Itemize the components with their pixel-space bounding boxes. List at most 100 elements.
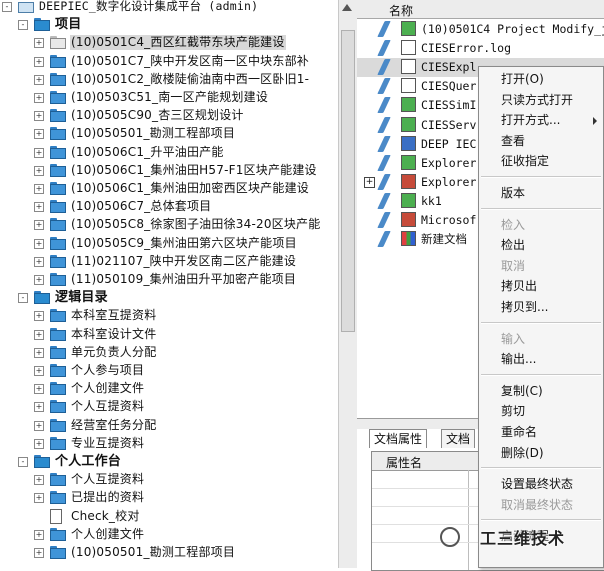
tree-project-item[interactable]: + (11)050109_集州油田升平加密产能项目 <box>0 271 338 289</box>
expand-icon[interactable]: + <box>34 165 44 176</box>
edit-pen-icon <box>377 78 391 95</box>
grid-divider <box>468 470 469 570</box>
context-menu-item[interactable]: 检出 <box>479 235 603 255</box>
expand-icon[interactable]: + <box>34 129 44 140</box>
tree-logic-item[interactable]: + 经营室任务分配 <box>0 417 338 435</box>
context-menu-item[interactable]: 征收指定 <box>479 151 603 171</box>
context-menu-label: 输出... <box>501 352 537 367</box>
attribute-name-column[interactable]: 属性名 <box>386 454 422 471</box>
context-menu-item[interactable]: 拷贝出 <box>479 276 603 296</box>
tree-project-item[interactable]: + (10)050501_勘测工程部项目 <box>0 125 338 143</box>
context-menu-item[interactable]: 剪切 <box>479 401 603 421</box>
tree-logic-node[interactable]: - 逻辑目录 <box>0 289 338 307</box>
tree-root[interactable]: - DEEPIEC_数字化设计集成平台 (admin) <box>0 0 338 16</box>
collapse-icon[interactable]: - <box>2 2 12 12</box>
expand-icon[interactable]: + <box>34 111 44 122</box>
expand-icon[interactable]: + <box>34 366 44 376</box>
tree-logic-item[interactable]: + 个人创建文件 <box>0 380 338 398</box>
context-menu-item[interactable]: 输出... <box>479 349 603 369</box>
file-name: 新建文档 <box>421 232 467 247</box>
expand-icon[interactable]: + <box>34 93 44 103</box>
tree-project-item[interactable]: + (10)0505C8_徐家图子油田徐34-20区块产能 <box>0 216 338 234</box>
tree-scrollbar[interactable] <box>338 0 357 568</box>
name-column-header[interactable]: 名称 <box>357 0 604 19</box>
expand-icon[interactable]: + <box>34 402 44 413</box>
tree-projects-node[interactable]: - 项目 <box>0 16 338 34</box>
expand-icon[interactable]: + <box>34 220 44 231</box>
project-tree-pane: - DEEPIEC_数字化设计集成平台 (admin) - 项目 + (10)0501C4… <box>0 0 339 568</box>
collapse-icon[interactable]: - <box>18 20 28 31</box>
expand-icon[interactable]: + <box>34 347 44 358</box>
tree-logic-item[interactable]: + 本科室互提资料 <box>0 307 338 325</box>
file-row[interactable]: (10)0501C4 Project Modify_j <box>357 20 604 39</box>
expand-icon[interactable]: + <box>34 38 44 49</box>
collapse-icon[interactable]: - <box>18 293 28 304</box>
expand-icon[interactable]: + <box>34 311 44 322</box>
scroll-up-icon[interactable] <box>342 4 352 11</box>
tab-document[interactable]: 文档 <box>441 429 476 448</box>
expand-icon[interactable]: + <box>34 275 44 285</box>
tree-workspace-item[interactable]: + (10)050501_勘测工程部项目 <box>0 544 338 562</box>
context-menu-item[interactable]: 打开(O) <box>479 69 603 89</box>
tree-logic-item[interactable]: + 个人互提资料 <box>0 398 338 416</box>
expand-icon[interactable]: + <box>34 56 44 67</box>
tree-project-item[interactable]: + (10)0501C7_陕中开发区南一区中块东部补 <box>0 53 338 71</box>
folder-icon <box>50 546 66 559</box>
tree-workspace-item[interactable]: + 个人互提资料 <box>0 471 338 489</box>
tree-project-item[interactable]: + (10)0506C1_升平油田产能 <box>0 144 338 162</box>
folder-icon <box>50 36 66 50</box>
tab-document-properties[interactable]: 文档属性 <box>369 429 428 448</box>
expand-icon[interactable]: + <box>34 256 44 267</box>
tree-project-item[interactable]: + (10)0501C2_敞楼陡偷油南中西一区卧旧1- <box>0 71 338 89</box>
file-row[interactable]: CIESError.log <box>357 39 604 58</box>
expand-icon[interactable]: + <box>34 184 44 194</box>
tree-workspace-item[interactable]: + 已提出的资料 <box>0 489 338 507</box>
tree-item-label: (10)050501_勘测工程部项目 <box>71 126 236 141</box>
expand-icon[interactable]: + <box>34 147 44 158</box>
expand-icon[interactable]: + <box>34 548 44 558</box>
expand-icon[interactable]: + <box>34 438 44 449</box>
context-menu-item[interactable]: 设置最终状态 <box>479 474 603 494</box>
context-menu-label: 打开方式... <box>501 113 561 128</box>
context-menu-item[interactable]: 版本 <box>479 183 603 203</box>
tree-workspace-item[interactable]: + 个人创建文件 <box>0 526 338 544</box>
tree-project-item[interactable]: + (11)021107_陕中开发区南二区产能建设 <box>0 253 338 271</box>
context-menu-item[interactable]: 重命名 <box>479 422 603 442</box>
context-menu-label: 复制(C) <box>501 383 543 398</box>
tree-project-item[interactable]: + (10)0506C1_集州油田加密西区块产能建设 <box>0 180 338 198</box>
expand-icon[interactable]: + <box>34 74 44 85</box>
tree-logic-item[interactable]: + 个人参与项目 <box>0 362 338 380</box>
collapse-icon[interactable]: - <box>18 457 28 467</box>
tree-workspace-node[interactable]: - 个人工作台 <box>0 453 338 471</box>
context-menu-item[interactable]: 拷贝到... <box>479 297 603 317</box>
file-type-icon <box>401 97 416 113</box>
tree-project-item[interactable]: + (10)0503C51_南一区产能规划建设 <box>0 89 338 107</box>
expand-icon[interactable]: + <box>34 493 44 504</box>
tree-project-item[interactable]: + (10)0505C90_杏三区规划设计 <box>0 107 338 125</box>
expand-icon[interactable]: + <box>34 384 44 395</box>
context-menu-item[interactable]: 打开方式... <box>479 110 603 130</box>
expand-icon[interactable]: + <box>34 475 44 486</box>
expand-icon[interactable]: + <box>34 202 44 213</box>
context-menu-item: 检入 <box>479 215 603 235</box>
expand-icon[interactable]: + <box>34 329 44 340</box>
tree-project-item[interactable]: + (10)0506C1_集州油田H57-F1区块产能建设 <box>0 162 338 180</box>
tree-project-item[interactable]: + (10)0501C4_西区红截带东块产能建设 <box>0 34 338 52</box>
tree-logic-item[interactable]: + 专业互提资料 <box>0 435 338 453</box>
context-menu-item[interactable]: 只读方式打开 <box>479 90 603 110</box>
context-menu-item[interactable]: 删除(D) <box>479 443 603 463</box>
expand-icon[interactable]: + <box>34 238 44 249</box>
tree-project-item[interactable]: + (10)0505C9_集州油田第六区块产能项目 <box>0 235 338 253</box>
expand-icon[interactable]: + <box>34 529 44 540</box>
expand-icon[interactable]: + <box>34 420 44 431</box>
tree-logic-item[interactable]: + 单元负责人分配 <box>0 344 338 362</box>
scroll-thumb[interactable] <box>341 30 355 332</box>
context-menu-label: 取消 <box>501 258 526 273</box>
tree-logic-item[interactable]: + 本科室设计文件 <box>0 326 338 344</box>
context-menu-item[interactable]: 复制(C) <box>479 381 603 401</box>
tree-project-item[interactable]: + (10)0506C7_总体套项目 <box>0 198 338 216</box>
context-menu-item[interactable]: 查看 <box>479 131 603 151</box>
expand-icon[interactable]: + <box>364 176 375 188</box>
tree-workspace-item[interactable]: Check_校对 <box>0 508 338 526</box>
folder-icon <box>50 418 66 432</box>
